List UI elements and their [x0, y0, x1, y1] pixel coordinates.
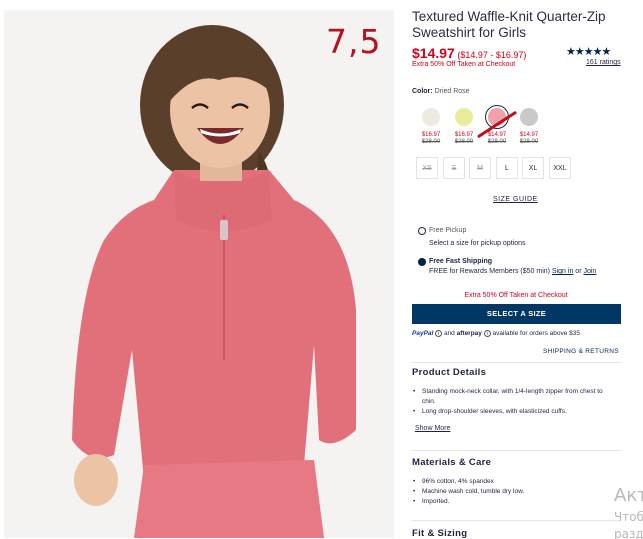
watermark-line: разд — [614, 527, 643, 539]
list-item: Standing mock-neck collar, with 1/4-leng… — [412, 387, 612, 407]
selected-color: Dried Rose — [434, 88, 470, 95]
show-more-link[interactable]: Show More — [415, 425, 450, 432]
size-button-xl[interactable]: XL — [522, 157, 544, 179]
handwritten-annotation: 7,5 — [326, 22, 382, 61]
product-image[interactable] — [4, 10, 394, 538]
color-swatch[interactable] — [520, 108, 538, 126]
swatch-price: $16.97 $28.00 — [454, 132, 474, 145]
size-button-s[interactable]: S — [443, 157, 465, 179]
price-row: $14.97 ($14.97 - $16.97) — [412, 45, 526, 61]
materials-heading[interactable]: Materials & Care — [412, 457, 491, 468]
shipping-subtext: FREE for Rewards Members ($50 min) Sign … — [429, 268, 597, 275]
shipping-title: Free Fast Shipping — [429, 258, 493, 265]
sign-in-link[interactable]: Sign in — [552, 268, 573, 275]
product-title: Textured Waffle-Knit Quarter-Zip Sweatsh… — [412, 9, 606, 40]
divider — [412, 450, 621, 451]
swatch-price: $16.97 $28.00 — [421, 132, 441, 145]
swatch-price: $14.97 $28.00 — [487, 132, 507, 145]
pickup-title: Free Pickup — [429, 227, 467, 234]
list-item: Imported. — [412, 497, 612, 507]
afterpay-logo: afterpay — [456, 330, 482, 338]
pickup-subtext: Select a size for pickup options — [429, 240, 526, 247]
shipping-returns-link[interactable]: SHIPPING & RETURNS — [543, 348, 619, 355]
list-item: Machine wash cold, tumble dry low. — [412, 487, 612, 497]
list-item: Long drop-shoulder sleeves, with elastic… — [412, 407, 612, 417]
watermark-line: Акт — [614, 485, 643, 506]
divider — [412, 520, 621, 521]
color-swatch[interactable] — [422, 108, 440, 126]
join-link[interactable]: Join — [583, 268, 596, 275]
size-guide-link[interactable]: SIZE GUIDE — [493, 196, 538, 203]
color-swatch[interactable] — [455, 108, 473, 126]
list-item: 96% cotton, 4% spandex — [412, 477, 612, 487]
current-price: $14.97 — [412, 45, 455, 61]
materials-list: 96% cotton, 4% spandex Machine wash cold… — [412, 477, 612, 507]
size-button-m[interactable]: M — [469, 157, 491, 179]
fit-sizing-heading[interactable]: Fit & Sizing — [412, 528, 467, 539]
shipping-radio[interactable] — [418, 258, 426, 266]
star-rating-icon: ★★★★★ — [566, 46, 611, 58]
color-label: Color: Dried Rose — [412, 88, 470, 95]
promo-text: Extra 50% Off Taken at Checkout — [412, 61, 516, 68]
product-details-heading[interactable]: Product Details — [412, 367, 486, 378]
paypal-logo: PayPal — [412, 330, 434, 338]
info-icon[interactable]: i — [483, 330, 491, 337]
size-button-xxl[interactable]: XXL — [549, 157, 571, 179]
payment-options: PayPal i and afterpay i available for or… — [412, 330, 580, 338]
product-details-list: Standing mock-neck collar, with 1/4-leng… — [412, 387, 612, 417]
pickup-radio[interactable] — [418, 227, 426, 235]
swatch-price: $14.97 $28.00 — [519, 132, 539, 145]
checkout-promo: Extra 50% Off Taken at Checkout — [464, 292, 568, 299]
size-button-xs[interactable]: XS — [416, 157, 438, 179]
price-range: ($14.97 - $16.97) — [457, 50, 527, 60]
divider — [412, 362, 621, 363]
info-icon[interactable]: i — [435, 330, 443, 337]
select-size-button[interactable]: SELECT A SIZE — [412, 304, 621, 324]
watermark-line: Чтоб — [614, 510, 643, 524]
size-button-l[interactable]: L — [496, 157, 518, 179]
ratings-link[interactable]: 161 ratings — [586, 59, 621, 66]
